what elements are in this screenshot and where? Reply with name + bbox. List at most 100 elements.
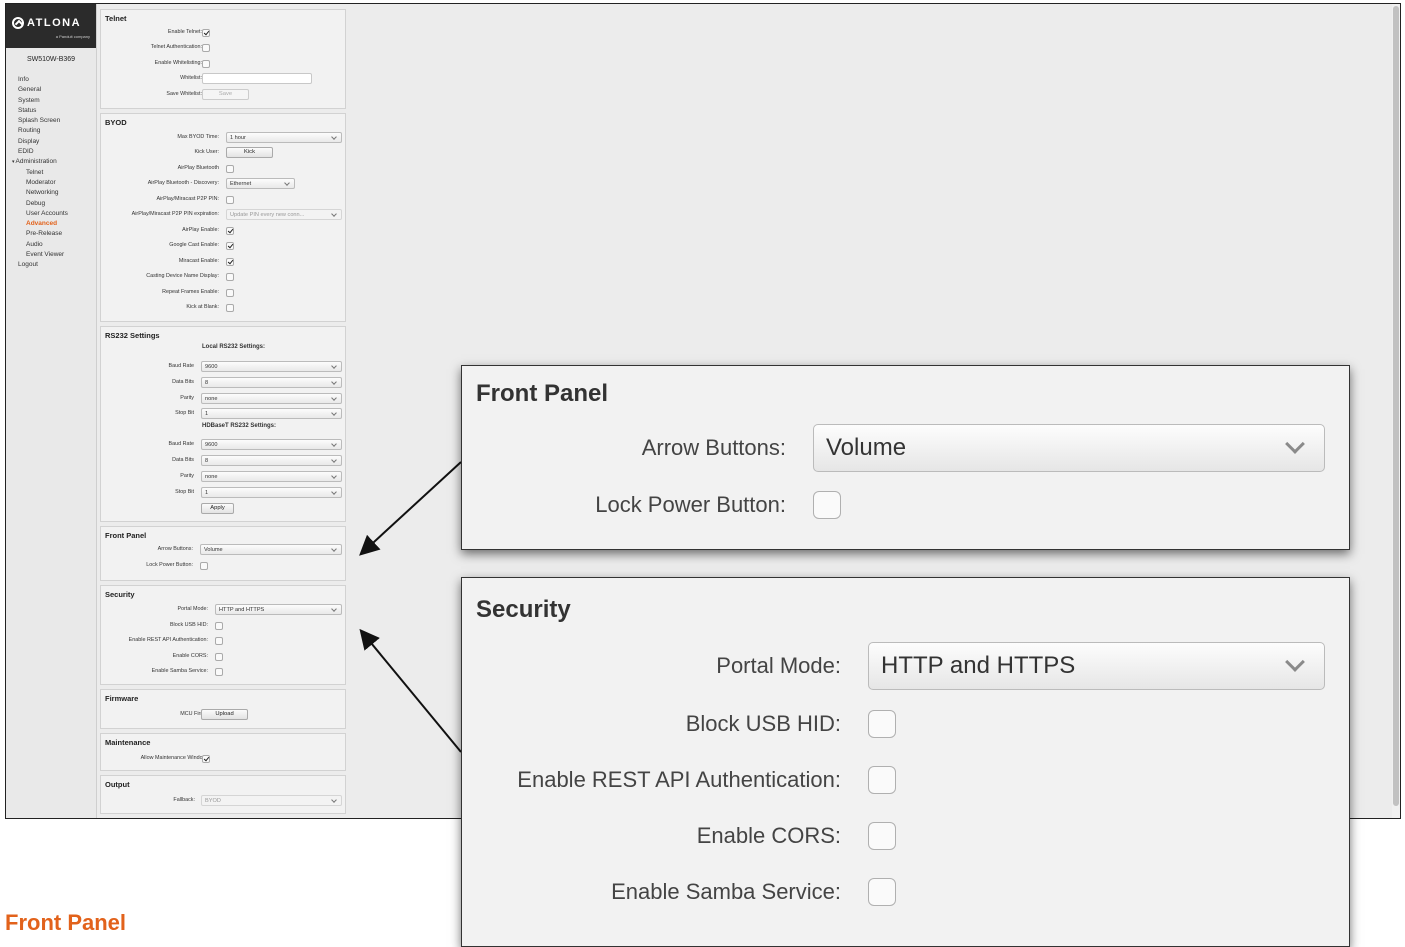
sidebar-item-info[interactable]: Info — [18, 75, 96, 85]
zoom-lock-power-checkbox[interactable] — [813, 491, 841, 519]
sidebar-nav: Info General System Status Splash Screen… — [6, 75, 96, 271]
sidebar-item-status[interactable]: Status — [18, 106, 96, 116]
telnet-auth-label: Telnet Authentication: — [150, 44, 202, 50]
sidebar-item-event-viewer[interactable]: Event Viewer — [18, 250, 96, 260]
kick-at-blank-checkbox[interactable] — [226, 304, 234, 312]
p2p-pin-expiration-select[interactable]: Update PIN every new conn... — [226, 209, 342, 220]
sidebar-item-debug[interactable]: Debug — [18, 199, 96, 209]
hdbaset-baud-select[interactable]: 9600 — [201, 439, 342, 450]
miracast-checkbox[interactable] — [226, 258, 234, 266]
zoom-arrow-buttons-label: Arrow Buttons: — [641, 435, 786, 460]
airplay-bt-discovery-label: AirPlay Bluetooth - Discovery: — [147, 180, 219, 186]
hdbaset-data-bits-select[interactable]: 8 — [201, 455, 342, 466]
sidebar-item-splash-screen[interactable]: Splash Screen — [18, 116, 96, 126]
save-whitelist-button[interactable]: Save — [202, 89, 249, 100]
airplay-enable-checkbox[interactable] — [226, 227, 234, 235]
whitelist-input[interactable] — [202, 73, 312, 84]
casting-name-checkbox[interactable] — [226, 273, 234, 281]
cors-label: Enable CORS: — [172, 653, 208, 659]
arrow-buttons-select[interactable]: Volume — [200, 544, 342, 555]
portal-mode-select[interactable]: HTTP and HTTPS — [215, 604, 342, 615]
telnet-panel: Telnet Enable Telnet: Telnet Authenticat… — [100, 9, 346, 109]
front-panel-panel: Front Panel Arrow Buttons: Volume Lock P… — [100, 526, 346, 581]
scrollbar[interactable] — [1392, 4, 1400, 818]
sidebar-item-general[interactable]: General — [18, 85, 96, 95]
sidebar-item-logout[interactable]: Logout — [18, 260, 96, 270]
logo-subtitle: a Panduit company — [55, 34, 90, 39]
airplay-bt-discovery-select[interactable]: Ethernet — [226, 178, 295, 189]
max-byod-time-select[interactable]: 1 hour — [226, 132, 342, 143]
sidebar-item-networking[interactable]: Networking — [18, 188, 96, 198]
block-usb-hid-checkbox[interactable] — [215, 622, 223, 630]
repeat-frames-checkbox[interactable] — [226, 289, 234, 297]
sidebar-item-advanced[interactable]: Advanced — [18, 219, 96, 229]
sidebar-item-pre-release[interactable]: Pre-Release — [18, 229, 96, 239]
zoom-rest-api-label: Enable REST API Authentication: — [517, 767, 841, 792]
sidebar-item-moderator[interactable]: Moderator — [18, 178, 96, 188]
rest-api-auth-checkbox[interactable] — [215, 637, 223, 645]
allow-maintenance-checkbox[interactable] — [202, 755, 210, 763]
samba-label: Enable Samba Service: — [151, 668, 208, 674]
samba-checkbox[interactable] — [215, 668, 223, 676]
scrollbar-thumb[interactable] — [1393, 6, 1399, 806]
airplay-bluetooth-label: AirPlay Bluetooth — [177, 165, 219, 171]
zoom-cors-label: Enable CORS: — [696, 823, 841, 848]
device-name: SW510W-B369 — [26, 56, 76, 63]
upload-button[interactable]: Upload — [201, 709, 248, 720]
local-data-bits-select[interactable]: 8 — [201, 377, 342, 388]
enable-whitelisting-label: Enable Whitelisting: — [154, 60, 202, 66]
miracast-label: Miracast Enable: — [178, 258, 219, 264]
kick-button[interactable]: Kick — [226, 147, 273, 158]
sidebar-item-user-accounts[interactable]: User Accounts — [18, 209, 96, 219]
local-baud-select[interactable]: 9600 — [201, 361, 342, 372]
zoom-rest-api-checkbox[interactable] — [868, 766, 896, 794]
logo-bar: ATLONA a Panduit company — [6, 4, 96, 48]
p2p-pin-checkbox[interactable] — [226, 196, 234, 204]
atlona-logo-icon — [12, 17, 24, 29]
zoom-block-usb-label: Block USB HID: — [685, 711, 841, 736]
sidebar-item-edid[interactable]: EDID — [18, 147, 96, 157]
airplay-bluetooth-checkbox[interactable] — [226, 165, 234, 173]
hdbaset-parity-select[interactable]: none — [201, 471, 342, 482]
telnet-auth-checkbox[interactable] — [202, 44, 210, 52]
sidebar-item-display[interactable]: Display — [18, 137, 96, 147]
panel-title: Telnet — [105, 14, 127, 23]
local-data-bits-label: Data Bits — [172, 379, 194, 385]
zoom-block-usb-checkbox[interactable] — [868, 710, 896, 738]
zoom-lock-power-label: Lock Power Button: — [595, 492, 786, 517]
enable-telnet-checkbox[interactable] — [202, 29, 210, 37]
zoom-security-title: Security — [476, 596, 571, 623]
caret-down-icon: ▾ — [12, 159, 15, 166]
cors-checkbox[interactable] — [215, 653, 223, 661]
sidebar-item-administration[interactable]: ▾Administration — [12, 157, 96, 167]
zoom-portal-mode-select[interactable]: HTTP and HTTPS — [868, 642, 1325, 690]
sidebar-item-routing[interactable]: Routing — [18, 126, 96, 136]
allow-maintenance-label: Allow Maintenance Window: — [140, 755, 208, 761]
panel-title: Front Panel — [105, 531, 147, 540]
local-baud-label: Baud Rate — [168, 363, 194, 369]
google-cast-checkbox[interactable] — [226, 242, 234, 250]
apply-button[interactable]: Apply — [201, 503, 234, 514]
fallback-select[interactable]: BYOD — [201, 795, 342, 806]
byod-panel: BYOD Max BYOD Time: 1 hour Kick User: Ki… — [100, 113, 346, 322]
local-parity-select[interactable]: none — [201, 393, 342, 404]
enable-whitelisting-checkbox[interactable] — [202, 60, 210, 68]
firmware-panel: Firmware MCU Firmware: Upload — [100, 689, 346, 729]
local-stop-bit-label: Stop Bit — [175, 410, 194, 416]
hdbaset-stop-bit-select[interactable]: 1 — [201, 487, 342, 498]
panel-title: Maintenance — [105, 738, 151, 747]
local-stop-bit-select[interactable]: 1 — [201, 408, 342, 419]
lock-power-label: Lock Power Button: — [146, 562, 193, 568]
sidebar: ATLONA a Panduit company SW510W-B369 Inf… — [6, 4, 97, 818]
zoom-arrow-buttons-select[interactable]: Volume — [813, 424, 1325, 472]
zoom-samba-checkbox[interactable] — [868, 878, 896, 906]
lock-power-checkbox[interactable] — [200, 562, 208, 570]
zoom-cors-checkbox[interactable] — [868, 822, 896, 850]
max-byod-time-label: Max BYOD Time: — [177, 134, 219, 140]
arrow-buttons-label: Arrow Buttons: — [157, 546, 193, 552]
sidebar-item-system[interactable]: System — [18, 96, 96, 106]
hdbaset-baud-label: Baud Rate — [168, 441, 194, 447]
sidebar-item-audio[interactable]: Audio — [18, 240, 96, 250]
panel-title: Output — [105, 780, 130, 789]
sidebar-item-telnet[interactable]: Telnet — [18, 168, 96, 178]
